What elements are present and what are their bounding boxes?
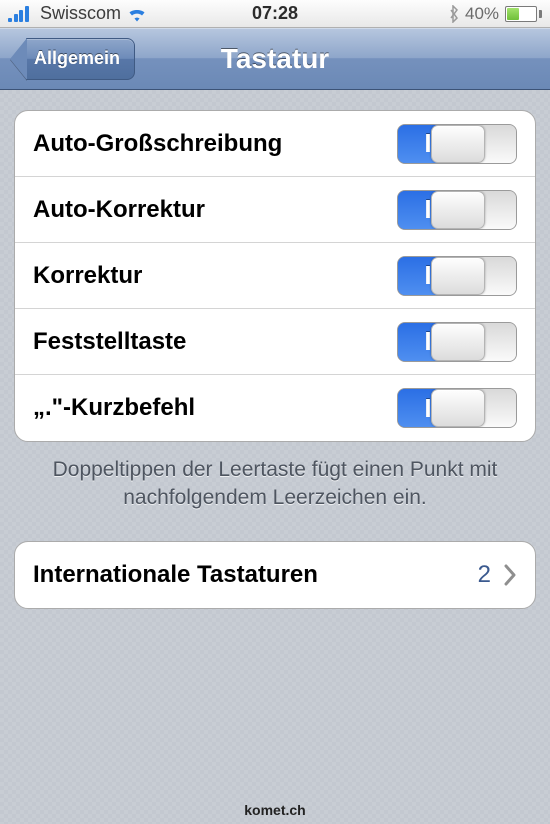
row-label: Internationale Tastaturen (33, 561, 318, 589)
chevron-left-icon (10, 38, 27, 80)
battery-icon (505, 6, 542, 22)
page-title: Tastatur (221, 43, 329, 75)
row-international-keyboards[interactable]: Internationale Tastaturen 2 (15, 542, 535, 608)
bluetooth-icon (449, 5, 459, 23)
clock-label: 07:28 (252, 3, 298, 24)
carrier-label: Swisscom (40, 3, 121, 24)
status-left: Swisscom (8, 3, 252, 24)
row-label: Auto-Großschreibung (33, 130, 282, 158)
nav-bar: Allgemein Tastatur (0, 28, 550, 90)
row-label: Korrektur (33, 262, 142, 290)
signal-bars-icon (8, 6, 34, 22)
row-label: Feststelltaste (33, 328, 186, 356)
back-button-label: Allgemein (26, 38, 135, 80)
back-button[interactable]: Allgemein (10, 38, 135, 80)
content-area: Auto-Großschreibung I Auto-Korrektur I K… (0, 90, 550, 824)
toggle-auto-correct[interactable]: I (397, 190, 517, 230)
watermark-label: komet.ch (0, 802, 550, 818)
status-right: 40% (298, 4, 542, 24)
toggle-caps-lock[interactable]: I (397, 322, 517, 362)
settings-group: Auto-Großschreibung I Auto-Korrektur I K… (14, 110, 536, 442)
row-period-shortcut: „."-Kurzbefehl I (15, 375, 535, 441)
row-auto-capitalize: Auto-Großschreibung I (15, 111, 535, 177)
status-bar: Swisscom 07:28 40% (0, 0, 550, 28)
row-caps-lock: Feststelltaste I (15, 309, 535, 375)
row-check-spelling: Korrektur I (15, 243, 535, 309)
row-label: Auto-Korrektur (33, 196, 205, 224)
row-label: „."-Kurzbefehl (33, 394, 195, 422)
toggle-auto-capitalize[interactable]: I (397, 124, 517, 164)
footer-note: Doppeltippen der Leertaste fügt einen Pu… (34, 456, 516, 513)
wifi-icon (127, 6, 147, 22)
toggle-check-spelling[interactable]: I (397, 256, 517, 296)
toggle-period-shortcut[interactable]: I (397, 388, 517, 428)
row-value: 2 (478, 561, 491, 589)
battery-percent-label: 40% (465, 4, 499, 24)
chevron-right-icon (503, 564, 517, 586)
row-auto-correct: Auto-Korrektur I (15, 177, 535, 243)
international-group: Internationale Tastaturen 2 (14, 541, 536, 609)
